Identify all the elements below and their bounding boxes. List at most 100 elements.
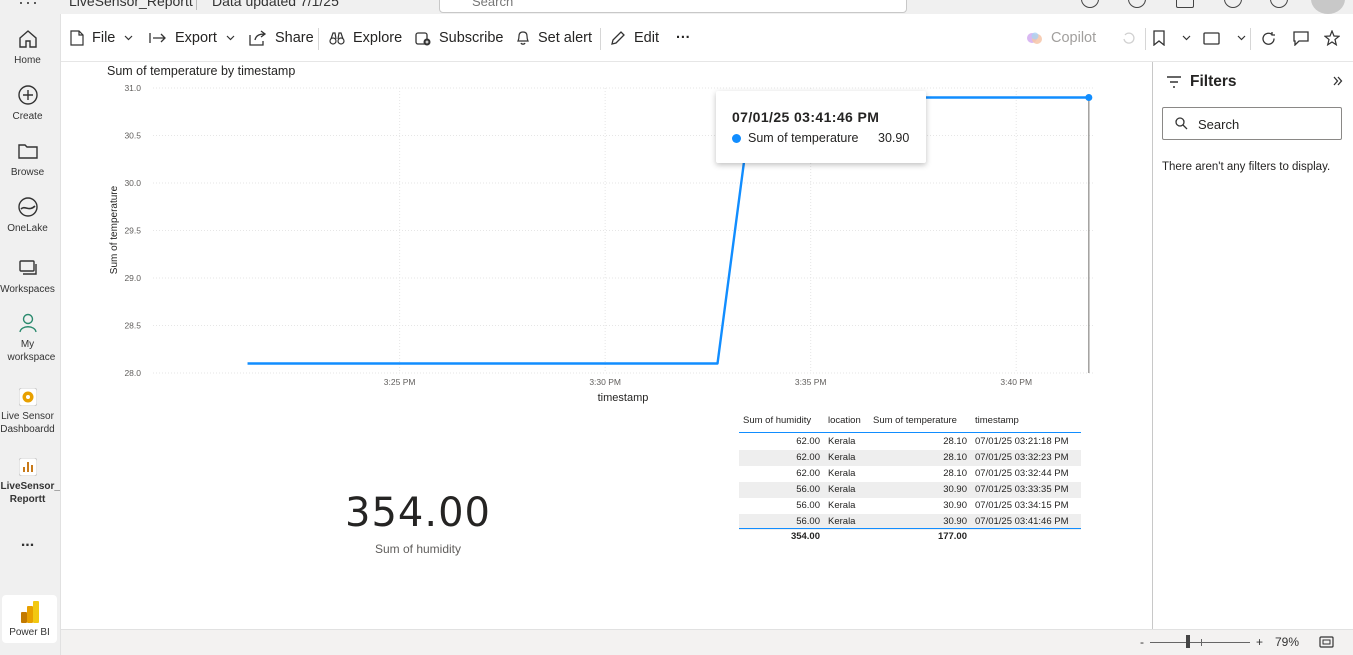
chevron-down-icon: [226, 35, 235, 41]
cell-humidity: 62.00: [796, 468, 820, 479]
tooltip-series-label: Sum of temperature: [748, 131, 859, 145]
cell-humidity: 56.00: [796, 484, 820, 495]
cell-humidity: 62.00: [796, 452, 820, 463]
cell-temperature: 30.90: [943, 500, 967, 511]
nav-more: ...: [20, 533, 35, 550]
divider: [196, 0, 197, 10]
nav-create[interactable]: Create: [0, 84, 55, 123]
export-menu-button[interactable]: Export: [149, 14, 235, 62]
zoom-in-button[interactable]: +: [1256, 635, 1263, 649]
set-alert-label: Set alert: [538, 30, 592, 46]
col-header-temperature[interactable]: Sum of temperature: [873, 415, 957, 426]
feedback-icon[interactable]: [1270, 0, 1288, 8]
y-tick-label: 29.0: [124, 273, 141, 283]
app-launcher-icon[interactable]: ···: [18, 0, 39, 13]
col-header-location[interactable]: location: [828, 415, 861, 426]
global-search-placeholder: Search: [472, 0, 514, 9]
nav-live-sensor-dashboard[interactable]: Live Sensor Dashboardd: [0, 388, 55, 436]
filters-pane: Filters Search There aren't any filters …: [1152, 62, 1353, 629]
settings-icon[interactable]: [1128, 0, 1146, 8]
edit-button[interactable]: Edit: [610, 14, 659, 62]
cell-timestamp: 07/01/25 03:33:35 PM: [975, 484, 1069, 495]
cell-location: Kerala: [828, 452, 856, 463]
bookmark-menu-button[interactable]: [1153, 14, 1191, 62]
table-row[interactable]: 62.00 Kerala 28.10 07/01/25 03:32:44 PM: [739, 466, 1081, 482]
file-menu-button[interactable]: File: [70, 14, 133, 62]
share-button[interactable]: Share: [249, 14, 314, 62]
cell-location: Kerala: [828, 484, 856, 495]
filter-icon: [1167, 76, 1181, 88]
cell-timestamp: 07/01/25 03:21:18 PM: [975, 436, 1069, 447]
col-header-humidity[interactable]: Sum of humidity: [743, 415, 811, 426]
bell-icon: [517, 31, 529, 45]
cell-location: Kerala: [828, 436, 856, 447]
nav-powerbi[interactable]: Power BI: [2, 595, 57, 643]
more-icon[interactable]: ...: [0, 533, 55, 550]
y-tick-label: 28.5: [124, 321, 141, 331]
left-navigation: Home Create Browse OneLake Workspaces My…: [0, 14, 61, 655]
report-canvas: Sum of temperature by timestamp 31.0 30.5…: [61, 62, 1152, 629]
divider: [1250, 28, 1251, 50]
table-row[interactable]: 62.00 Kerala 28.10 07/01/25 03:32:23 PM: [739, 450, 1081, 466]
x-tick-label: 3:30 PM: [589, 377, 621, 387]
subscribe-button[interactable]: Subscribe: [415, 14, 503, 62]
fit-to-page-icon[interactable]: [1319, 636, 1334, 648]
series-line[interactable]: [247, 96, 1089, 365]
view-menu-button[interactable]: [1203, 14, 1246, 62]
comment-button[interactable]: [1293, 14, 1317, 62]
download-icon[interactable]: [1176, 0, 1194, 8]
y-tick-label: 29.5: [124, 226, 141, 236]
cell-location: Kerala: [828, 516, 856, 527]
file-label: File: [92, 30, 116, 46]
x-axis-title: timestamp: [598, 392, 649, 404]
explore-button[interactable]: Explore: [329, 14, 402, 62]
help-icon[interactable]: [1224, 0, 1242, 8]
zoom-out-button[interactable]: -: [1140, 635, 1144, 649]
filters-search-input[interactable]: Search: [1162, 107, 1342, 140]
col-header-timestamp[interactable]: timestamp: [975, 415, 1019, 426]
table-row[interactable]: 56.00 Kerala 30.90 07/01/25 03:34:15 PM: [739, 498, 1081, 514]
cell-humidity: 56.00: [796, 500, 820, 511]
chevron-down-icon: [1182, 35, 1191, 41]
tooltip-series-value: 30.90: [878, 131, 910, 145]
reset-icon[interactable]: [1122, 14, 1144, 62]
avatar[interactable]: [1311, 0, 1345, 14]
refresh-button[interactable]: [1261, 14, 1284, 62]
cell-temperature: 28.10: [943, 436, 967, 447]
table-row[interactable]: 62.00 Kerala 28.10 07/01/25 03:21:18 PM: [739, 434, 1081, 450]
zoom-slider-thumb[interactable]: [1186, 635, 1190, 648]
cell-temperature: 30.90: [943, 484, 967, 495]
copilot-label: Copilot: [1051, 30, 1097, 46]
nav-home[interactable]: Home: [0, 28, 55, 67]
y-tick-label: 30.5: [124, 131, 141, 141]
person-icon: [18, 313, 37, 333]
nav-browse[interactable]: Browse: [0, 140, 55, 179]
favorite-button[interactable]: [1324, 14, 1348, 62]
total-temperature: 177.00: [937, 531, 967, 542]
more-options-button[interactable]: ···: [676, 14, 691, 62]
line-chart[interactable]: 31.0 30.5 30.0 29.5 29.0 28.5 28.0 3:25 PM 3:30 …: [61, 62, 1152, 412]
global-search-input[interactable]: Search: [439, 0, 907, 13]
status-bar: - + 79%: [61, 629, 1353, 655]
copilot-button[interactable]: Copilot: [1026, 14, 1096, 62]
nav-report[interactable]: LiveSensor_ Reportt: [0, 458, 60, 506]
chevron-down-icon: [1237, 35, 1246, 41]
nav-browse-label: Browse: [10, 167, 45, 178]
nav-workspaces-label: Workspaces: [0, 284, 55, 295]
set-alert-button[interactable]: Set alert: [516, 14, 592, 62]
nav-live-sensor-dashboard-label: Live Sensor Dashboardd: [0, 411, 55, 435]
report-title[interactable]: LiveSensor_Reportt: [69, 0, 193, 9]
zoom-slider[interactable]: [1150, 642, 1250, 643]
nav-my-workspace[interactable]: My workspace: [0, 312, 55, 364]
data-updated-label[interactable]: Data updated 7/1/25: [212, 0, 339, 9]
nav-onelake[interactable]: OneLake: [0, 196, 55, 235]
chart-tooltip: 07/01/25 03:41:46 PM Sum of temperature …: [716, 91, 926, 163]
nav-onelake-label: OneLake: [7, 223, 48, 234]
binoculars-icon: [329, 32, 345, 45]
notifications-icon[interactable]: [1081, 0, 1099, 8]
collapse-pane-icon[interactable]: [1333, 76, 1343, 86]
card-value: 354.00: [345, 490, 491, 536]
divider: [318, 28, 319, 50]
nav-workspaces[interactable]: Workspaces: [0, 257, 55, 296]
table-row[interactable]: 56.00 Kerala 30.90 07/01/25 03:33:35 PM: [739, 482, 1081, 498]
